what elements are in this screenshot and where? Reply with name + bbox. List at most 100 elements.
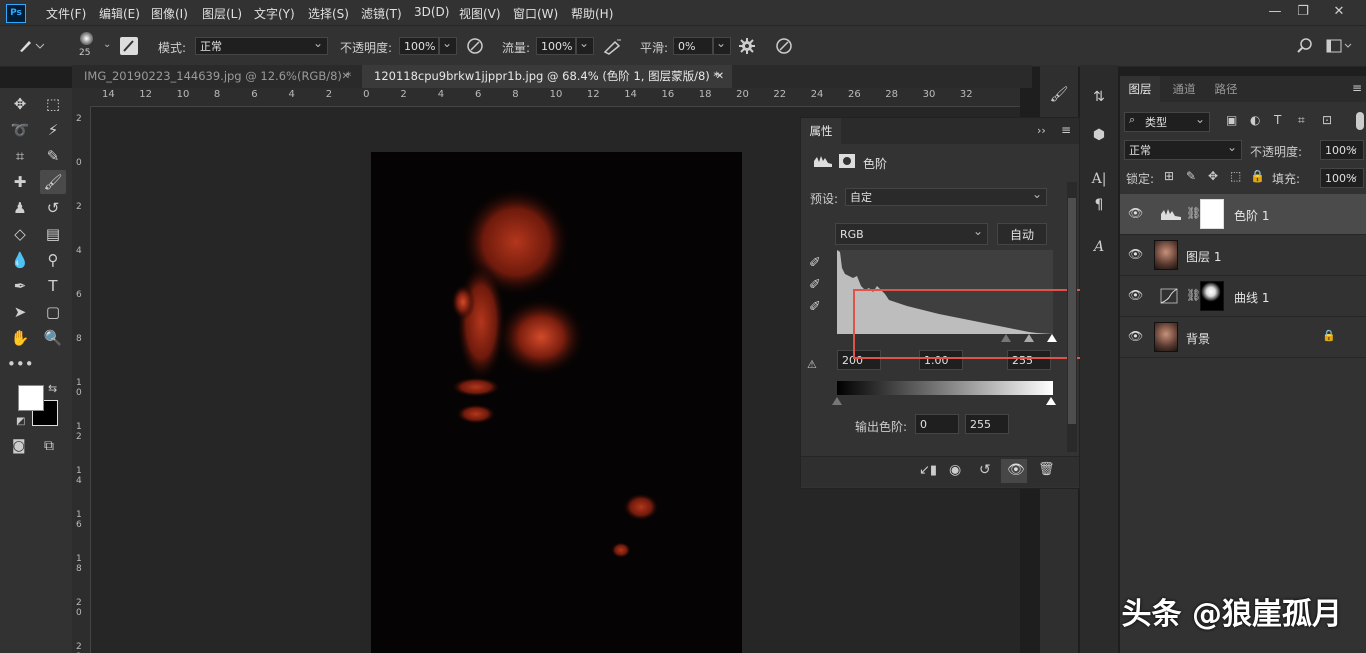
smooth-input[interactable]: 0% [673,37,713,55]
layer-row-background[interactable]: 👁 背景 🔒 [1120,317,1366,358]
layer-row-levels[interactable]: 👁 ⛓ 色阶 1 [1120,194,1366,235]
eraser-tool-icon[interactable]: ◇ [7,222,33,246]
tab-properties[interactable]: 属性 [801,118,841,144]
quick-mask-icon[interactable]: ◙ [12,438,26,454]
channel-select[interactable]: RGB [835,220,988,245]
reset-icon[interactable]: ↺ [979,462,991,478]
flow-input[interactable]: 100% [536,37,576,55]
move-tool-icon[interactable]: ✥ [7,92,33,116]
layer-row-curves[interactable]: 👁 ⛓ 曲线 1 [1120,276,1366,317]
link-icon[interactable]: ⛓ [1186,288,1201,302]
more-tools-icon[interactable]: ••• [7,352,34,376]
filter-pixel-icon[interactable]: ▣ [1226,113,1237,127]
mode-select[interactable]: 正常 [195,34,328,55]
tab-layers[interactable]: 图层 [1120,76,1160,102]
tab-channels[interactable]: 通道 [1164,76,1204,102]
pen-tool-icon[interactable]: ✒ [7,274,33,298]
layer-opacity-input[interactable]: 100% [1320,137,1364,160]
lock-position-icon[interactable]: ✥ [1208,169,1218,183]
clone-stamp-tool-icon[interactable]: ♟ [7,196,33,220]
menu-view[interactable]: 视图(V) [459,5,501,22]
restore-button[interactable]: ❐ [1290,3,1316,21]
flow-dropdown[interactable] [576,34,594,55]
airbrush-icon[interactable] [602,37,624,59]
pressure-size-icon[interactable] [774,37,794,59]
brush-tool-preset-icon[interactable] [16,36,45,58]
swap-colors-icon[interactable]: ⇆ [48,382,57,395]
preset-select[interactable]: 自定 [845,185,1047,206]
trash-icon[interactable]: 🗑 [1038,462,1055,477]
brush-settings-panel-icon[interactable] [120,37,138,55]
menu-help[interactable]: 帮助(H) [571,5,613,22]
gray-point-eyedropper-icon[interactable]: ✐ [809,277,821,293]
history-panel-icon[interactable]: ⇅ [1088,89,1110,105]
tab-paths[interactable]: 路径 [1206,76,1246,102]
close-icon[interactable]: ✕ [716,65,724,88]
lock-artboard-icon[interactable]: ⬚ [1230,169,1241,183]
filter-adjustment-icon[interactable]: ◐ [1250,113,1260,127]
output-white-slider[interactable] [1046,397,1056,405]
fill-input[interactable]: 100% [1320,165,1364,188]
link-icon[interactable]: ⛓ [1186,206,1201,220]
smooth-dropdown[interactable] [713,34,731,55]
properties-scrollbar[interactable] [1067,182,1077,452]
menu-edit[interactable]: 编辑(E) [99,5,140,22]
lock-transparent-icon[interactable]: ⊞ [1164,169,1174,183]
magic-wand-tool-icon[interactable]: ⚡ [40,118,66,142]
tab-document-1[interactable]: IMG_20190223_144639.jpg @ 12.6%(RGB/8) *… [72,65,356,88]
brush-size-picker[interactable]: 25 [74,31,100,61]
menu-file[interactable]: 文件(F) [46,5,86,22]
shape-tool-icon[interactable]: ▢ [40,300,66,324]
menu-filter[interactable]: 滤镜(T) [361,5,402,22]
blend-mode-select[interactable]: 正常 [1124,137,1242,160]
panel-menu-icon[interactable]: ≡ [1061,123,1071,137]
eyedropper-tool-icon[interactable]: ✎ [40,144,66,168]
menu-3d[interactable]: 3D(D) [414,5,449,19]
brush-settings-icon[interactable]: 🖌 [1048,85,1070,107]
filter-type-icon[interactable]: T [1274,113,1281,127]
menu-select[interactable]: 选择(S) [308,5,349,22]
layer-mask-icon[interactable] [839,154,855,168]
lock-all-icon[interactable]: 🔒 [1250,169,1265,183]
lock-image-icon[interactable]: ✎ [1186,169,1196,183]
eye-icon[interactable]: 👁 [1128,206,1143,220]
eye-icon[interactable]: 👁 [1128,329,1143,343]
filter-toggle[interactable] [1356,112,1364,130]
layer-row-layer1[interactable]: 👁 图层 1 [1120,235,1366,276]
lasso-tool-icon[interactable]: ➰ [7,118,33,142]
history-brush-tool-icon[interactable]: ↺ [40,196,66,220]
clip-to-layer-icon[interactable]: ↙▮ [919,463,937,478]
eye-icon[interactable]: 👁 [1128,288,1143,302]
output-black-value[interactable]: 0 [915,414,959,434]
paragraph-panel-icon[interactable]: ¶ [1088,197,1110,213]
toggle-visibility-button[interactable]: 👁 [1001,459,1027,483]
filter-kind-select[interactable]: 类型 [1124,109,1210,132]
black-point-eyedropper-icon[interactable]: ✐ [809,255,821,271]
brush-tool-icon[interactable]: 🖌 [40,170,66,194]
close-icon[interactable]: ✕ [342,65,350,88]
eye-icon[interactable]: 👁 [1128,247,1143,261]
auto-button[interactable]: 自动 [997,223,1047,245]
white-point-eyedropper-icon[interactable]: ✐ [809,299,821,315]
zoom-tool-icon[interactable]: 🔍 [40,326,66,350]
workspace-switcher-icon[interactable] [1325,37,1353,59]
menu-type[interactable]: 文字(Y) [254,5,295,22]
menu-layer[interactable]: 图层(L) [202,5,242,22]
crop-tool-icon[interactable]: ⌗ [7,144,33,168]
tab-document-2[interactable]: 120118cpu9brkw1jjppr1b.jpg @ 68.4% (色阶 1… [362,65,732,88]
opacity-dropdown[interactable] [439,34,457,55]
document-canvas[interactable] [371,152,742,653]
default-colors-icon[interactable]: ◩ [16,416,25,427]
3d-panel-icon[interactable]: ⬢ [1088,127,1110,143]
blur-tool-icon[interactable]: 💧 [7,248,33,272]
menu-window[interactable]: 窗口(W) [513,5,558,22]
search-icon[interactable] [1296,37,1314,59]
pressure-opacity-icon[interactable] [465,37,485,59]
dodge-tool-icon[interactable]: ⚲ [40,248,66,272]
view-previous-state-icon[interactable]: ◉ [949,462,961,478]
layer-mask-thumbnail[interactable] [1200,281,1224,311]
type-tool-icon[interactable]: T [40,274,66,298]
clipping-warning-icon[interactable]: ⚠ [807,358,817,371]
chevron-down-icon[interactable]: ⌄ [103,39,111,50]
minimize-button[interactable]: — [1262,3,1288,21]
